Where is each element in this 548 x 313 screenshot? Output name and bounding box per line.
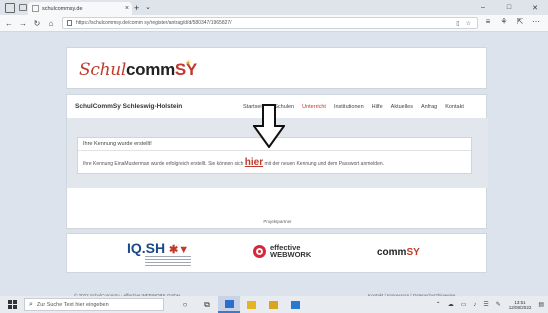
forward-icon[interactable]: → <box>16 19 30 28</box>
menu-item-unterricht[interactable]: Unterricht <box>302 104 326 110</box>
sun-icon: ☀ <box>184 60 191 67</box>
browser-toolbar: ≡ ⚘ ⇱ ⋯ <box>480 17 544 26</box>
address-row: ← → ↻ ⌂ https://schulcommsy.de/comm sy/r… <box>0 15 548 32</box>
message-body: Ihre Kennung EinaMusterman wurde erfolgr… <box>83 157 384 168</box>
menu-item-institutionen[interactable]: Institutionen <box>334 104 364 110</box>
volume-icon[interactable]: ♪ <box>473 302 476 308</box>
sponsor-panel: IQ.SH ✱▼ effective WEBWORK commSY <box>66 233 487 273</box>
window-controls: – □ ✕ <box>470 0 548 15</box>
iqsh-emblem-icon: ✱▼ <box>169 244 190 256</box>
iqsh-logo[interactable]: IQ.SH ✱▼ <box>127 240 189 256</box>
address-bar[interactable]: https://schulcommsy.de/comm sy/register/… <box>62 17 478 29</box>
down-arrow-overlay <box>253 104 285 148</box>
search-placeholder[interactable]: Zur Suche Text hier eingeben <box>37 302 109 308</box>
language-icon[interactable]: ☰ <box>483 301 488 308</box>
file-explorer-icon[interactable] <box>240 296 262 313</box>
schulcommsy-logo[interactable]: SchulcommSY☀ <box>79 60 203 80</box>
close-window-icon[interactable]: ✕ <box>522 4 548 12</box>
close-tab-icon[interactable]: × <box>125 5 129 12</box>
effective-webwork-logo[interactable]: effective WEBWORK <box>253 244 311 258</box>
tab-actions-icon[interactable] <box>5 2 15 13</box>
notifications-icon[interactable]: ▤ <box>538 301 544 308</box>
site-title[interactable]: SchulCommSy Schleswig-Holstein <box>75 103 182 110</box>
login-here-link[interactable]: hier <box>245 157 263 168</box>
menu-item-kontakt[interactable]: Kontakt <box>445 104 464 110</box>
start-button[interactable] <box>0 300 24 309</box>
tray-chevron-icon[interactable]: ⌃ <box>436 301 441 308</box>
message-suffix: mit der neuen Kennung und dem Passwort a… <box>263 161 385 167</box>
search-icon: ⌕ <box>29 300 33 308</box>
iqsh-subtitle-lines <box>145 256 191 270</box>
minimize-icon[interactable]: – <box>470 4 496 11</box>
cloud-icon[interactable]: ☁ <box>448 301 454 308</box>
header-logo-panel: SchulcommSY☀ <box>66 47 487 89</box>
windows-taskbar: ⌕ Zur Suche Text hier eingeben ○ ⧉ ⌃ ☁ ▭… <box>0 296 548 313</box>
cortana-icon[interactable]: ○ <box>174 296 196 313</box>
back-icon[interactable]: ← <box>2 19 16 28</box>
menu-item-hilfe[interactable]: Hilfe <box>372 104 383 110</box>
reload-icon[interactable]: ↻ <box>30 19 44 28</box>
menu-item-anfrag[interactable]: Anfrag <box>421 104 437 110</box>
pen-icon[interactable]: ⚘ <box>496 17 512 26</box>
maximize-icon[interactable]: □ <box>496 4 522 11</box>
tab-overview-icon[interactable] <box>19 4 27 11</box>
web-page: SchulcommSY☀ SchulCommSy Schleswig-Holst… <box>0 33 548 298</box>
clock[interactable]: 13:51 12/08/2022 <box>509 300 532 310</box>
sponsor-label: Projektpartner <box>263 219 292 224</box>
favorite-star-icon[interactable]: ☆ <box>466 20 471 27</box>
browser-tab-bar: schulcommsy.de × + ⌄ – □ ✕ <box>0 0 548 15</box>
tab-dropdown-icon[interactable]: ⌄ <box>145 3 151 11</box>
home-icon[interactable]: ⌂ <box>44 19 58 28</box>
more-icon[interactable]: ⋯ <box>528 17 544 26</box>
url-text[interactable]: https://schulcommsy.de/comm sy/register/… <box>76 20 456 26</box>
favicon-icon <box>32 5 39 12</box>
pen-tray-icon[interactable]: ✎ <box>496 301 501 308</box>
lock-icon[interactable] <box>67 20 72 26</box>
reading-view-icon[interactable]: ▯ <box>456 20 459 27</box>
browser-tab[interactable]: schulcommsy.de × <box>28 2 132 15</box>
network-icon[interactable]: ▭ <box>461 301 467 308</box>
store-icon[interactable] <box>262 296 284 313</box>
menu-item-aktuelles[interactable]: Aktuelles <box>391 104 413 110</box>
mail-icon[interactable] <box>284 296 306 313</box>
task-view-icon[interactable]: ⧉ <box>196 296 218 313</box>
system-tray: ⌃ ☁ ▭ ♪ ☰ ✎ 13:51 12/08/2022 ▤ <box>429 296 544 313</box>
new-tab-icon[interactable]: + <box>134 3 139 13</box>
taskbar-apps: ○ ⧉ <box>174 296 306 313</box>
windows-logo-icon <box>7 300 17 309</box>
edge-browser-icon[interactable] <box>218 296 240 313</box>
commsy-logo[interactable]: commSY <box>377 247 420 258</box>
message-prefix: Ihre Kennung EinaMusterman wurde erfolgr… <box>83 161 245 167</box>
target-icon <box>253 244 266 258</box>
taskbar-search[interactable]: ⌕ Zur Suche Text hier eingeben <box>24 298 164 311</box>
tab-title: schulcommsy.de <box>42 5 83 12</box>
share-icon[interactable]: ⇱ <box>512 17 528 26</box>
favorites-icon[interactable]: ≡ <box>480 17 496 26</box>
